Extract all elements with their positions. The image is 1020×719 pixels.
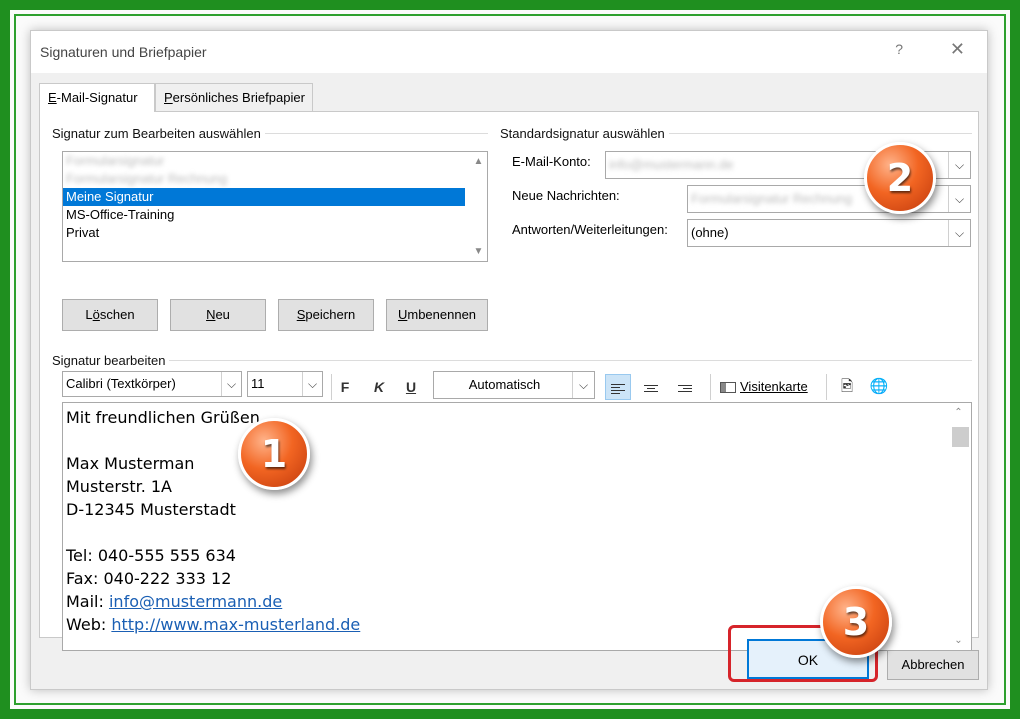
reply-forward-label: Antworten/Weiterleitungen:	[512, 222, 668, 237]
btn-accel: U	[397, 307, 408, 322]
signature-city: D-12345 Musterstadt	[66, 500, 236, 519]
dialog-title: Signaturen und Briefpapier	[40, 44, 207, 60]
email-signature-panel: Signatur zum Bearbeiten auswählen Formul…	[39, 111, 979, 651]
tab-personal-stationery[interactable]: Persönliches Briefpapier	[155, 83, 313, 111]
new-messages-label: Neue Nachrichten:	[512, 188, 620, 203]
chevron-down-icon[interactable]: ⌵	[948, 220, 970, 246]
business-card-label: Visitenkarte	[740, 379, 808, 394]
toolbar-separator	[710, 374, 711, 400]
insert-hyperlink-button[interactable]: 🌐	[866, 374, 892, 400]
list-item[interactable]: Privat	[63, 224, 487, 242]
scroll-down-icon[interactable]: ⌄	[950, 635, 967, 646]
mail-label: Mail:	[66, 592, 109, 611]
italic-button[interactable]: K	[366, 374, 392, 400]
insert-picture-button[interactable]: 🖻	[834, 374, 860, 400]
btn-text: peichern	[305, 307, 356, 322]
signature-mail: Mail: info@mustermann.de	[66, 590, 282, 613]
title-bar: Signaturen und Briefpapier ? ✕	[31, 31, 987, 73]
scroll-down-icon[interactable]: ▼	[470, 246, 487, 257]
btn-accel: ö	[92, 307, 100, 322]
scroll-up-icon[interactable]: ⌃	[950, 407, 967, 418]
rename-button[interactable]: Umbenennen	[386, 299, 488, 331]
hyperlink-globe-icon: 🌐	[869, 378, 889, 395]
align-right-icon	[678, 383, 692, 394]
toolbar-separator	[826, 374, 827, 400]
select-signature-label: Signatur zum Bearbeiten auswählen	[52, 126, 265, 141]
mail-link[interactable]: info@mustermann.de	[109, 592, 282, 611]
chevron-down-icon[interactable]: ⌵	[302, 372, 322, 396]
scroll-thumb[interactable]	[952, 427, 969, 447]
font-color-value: Automatisch	[468, 377, 541, 392]
font-select[interactable]: Calibri (Textkörper) ⌵	[62, 371, 242, 397]
default-signature-label: Standardsignatur auswählen	[500, 126, 669, 141]
new-button[interactable]: Neu	[170, 299, 266, 331]
btn-text: mbenennen	[407, 307, 477, 322]
tab-accel: E	[48, 90, 57, 105]
align-left-icon	[611, 382, 625, 396]
picture-icon: 🖻	[840, 378, 854, 395]
chevron-down-icon[interactable]: ⌵	[572, 372, 594, 398]
editor-scrollbar[interactable]: ⌃ ⌄	[950, 403, 971, 650]
list-item-selected[interactable]: Meine Signatur	[63, 188, 465, 206]
font-size-select[interactable]: 11 ⌵	[247, 371, 323, 397]
btn-text: eu	[215, 307, 230, 322]
tab-accel: P	[164, 90, 173, 105]
reply-forward-value: (ohne)	[691, 225, 729, 240]
btn-text: schen	[99, 307, 135, 322]
cancel-button[interactable]: Abbrechen	[887, 650, 979, 680]
font-size-value: 11	[251, 376, 265, 391]
align-right-button[interactable]	[672, 374, 698, 400]
btn-text: L	[85, 307, 93, 322]
bold-button[interactable]: F	[332, 374, 358, 400]
save-button[interactable]: Speichern	[278, 299, 374, 331]
scroll-up-icon[interactable]: ▲	[470, 156, 487, 167]
business-card-icon	[720, 382, 736, 394]
step-badge-2: 2	[864, 142, 936, 214]
email-account-value: info@mustermann.de	[609, 157, 734, 172]
help-button[interactable]: ?	[895, 41, 903, 57]
step-badge-3: 3	[820, 586, 892, 658]
new-messages-value: Formularsignatur Rechnung	[691, 191, 853, 206]
align-left-button[interactable]	[605, 374, 631, 400]
align-center-icon	[644, 383, 658, 394]
tab-label: ersönliches Briefpapier	[172, 90, 305, 105]
signature-greeting: Mit freundlichen Grüßen	[66, 408, 260, 427]
chevron-down-icon[interactable]: ⌵	[948, 152, 970, 178]
signature-street: Musterstr. 1A	[66, 477, 172, 496]
step-badge-1: 1	[238, 418, 310, 490]
align-center-button[interactable]	[638, 374, 664, 400]
delete-button[interactable]: Löschen	[62, 299, 158, 331]
business-card-button[interactable]: Visitenkarte	[720, 374, 808, 400]
signature-list[interactable]: Formularsignatur Formularsignatur Rechnu…	[62, 151, 488, 262]
signature-tel: Tel: 040-555 555 634	[66, 546, 236, 565]
list-item[interactable]: Formularsignatur	[63, 152, 487, 170]
signature-name: Max Musterman	[66, 454, 195, 473]
signature-fax: Fax: 040-222 333 12	[66, 569, 232, 588]
reply-forward-select[interactable]: (ohne) ⌵	[687, 219, 971, 247]
list-item[interactable]: MS-Office-Training	[63, 206, 487, 224]
font-color-select[interactable]: Automatisch ⌵	[433, 371, 595, 399]
tab-email-signature[interactable]: E-Mail-Signatur	[39, 83, 155, 112]
edit-signature-label: Signatur bearbeiten	[52, 353, 170, 368]
chevron-down-icon[interactable]: ⌵	[948, 186, 970, 212]
web-label: Web:	[66, 615, 112, 634]
underline-button[interactable]: U	[398, 374, 424, 400]
web-link[interactable]: http://www.max-musterland.de	[111, 615, 360, 634]
signature-web: Web: http://www.max-musterland.de	[66, 613, 360, 636]
list-scrollbar[interactable]: ▲ ▼	[470, 152, 487, 261]
tab-label: -Mail-Signatur	[56, 90, 138, 105]
list-item[interactable]: Formularsignatur Rechnung	[63, 170, 487, 188]
email-account-label: E-Mail-Konto:	[512, 154, 591, 169]
font-value: Calibri (Textkörper)	[66, 376, 176, 391]
close-button[interactable]: ✕	[950, 39, 965, 60]
chevron-down-icon[interactable]: ⌵	[221, 372, 241, 396]
group-divider	[52, 360, 972, 361]
